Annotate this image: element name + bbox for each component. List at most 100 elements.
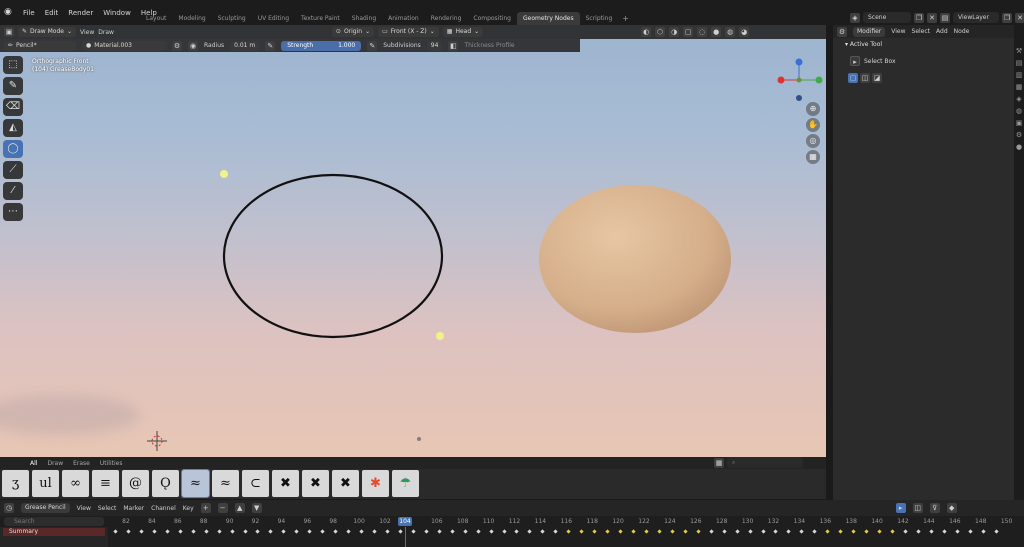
tab-shading[interactable]: Shading	[346, 12, 382, 25]
shading-wire-icon[interactable]: ◌	[697, 27, 708, 37]
draw-tool-icon[interactable]: ✎	[3, 77, 23, 95]
copy-scene-icon[interactable]: ❐	[914, 12, 924, 23]
playhead[interactable]	[405, 527, 406, 547]
menu-render[interactable]: Render	[63, 9, 98, 17]
active-tool-header[interactable]: ▾ Active Tool	[845, 41, 882, 48]
menu-view[interactable]: View	[77, 505, 91, 512]
brush-tab-utilities[interactable]: Utilities	[98, 460, 125, 467]
select-new-icon[interactable]: ▢	[848, 73, 858, 83]
shading-material-icon[interactable]: ◍	[725, 27, 736, 37]
drawing-plane-selector[interactable]: ▭ Front (X - Z) ⌄	[378, 27, 439, 37]
tab-uv-editing[interactable]: UV Editing	[252, 12, 295, 25]
brush-thumbnail[interactable]: ⊂	[242, 470, 269, 497]
world-tab-icon[interactable]: ◍	[1016, 107, 1022, 115]
filter-icon[interactable]: ⊽	[929, 503, 940, 513]
editor-type-icon[interactable]: ⚙	[837, 26, 847, 37]
panel-divider[interactable]	[826, 25, 833, 500]
view-layer-tab-icon[interactable]: ▦	[1016, 83, 1023, 91]
menu-marker[interactable]: Marker	[123, 505, 144, 512]
tab-compositing[interactable]: Compositing	[467, 12, 517, 25]
layer-up-icon[interactable]: ▲	[234, 503, 245, 513]
menu-channel[interactable]: Channel	[151, 505, 176, 512]
tab-layout[interactable]: Layout	[140, 12, 172, 25]
blender-logo-icon[interactable]: ◉	[4, 7, 16, 19]
brush-thumbnail[interactable]: ✖	[272, 470, 299, 497]
current-frame-indicator[interactable]: 104	[398, 517, 412, 526]
add-workspace-button[interactable]: +	[618, 12, 633, 25]
brush-thumbnail[interactable]: ✱	[362, 470, 389, 497]
view-layer-icon[interactable]: ▤	[940, 12, 950, 23]
eyedropper-tool-icon[interactable]: ⁄	[3, 182, 23, 200]
brush-settings-icon[interactable]: ⚙	[172, 40, 182, 51]
pressure-strength-icon[interactable]: ✎	[367, 40, 378, 51]
color-icon[interactable]: ◉	[188, 40, 198, 51]
select-subtract-icon[interactable]: ◪	[872, 73, 882, 83]
snapping-icon[interactable]: ◆	[946, 503, 957, 513]
strength-slider[interactable]: Strength 1.000	[281, 40, 362, 51]
show-errors-icon[interactable]: ◫	[912, 503, 923, 513]
menu-view[interactable]: View	[80, 29, 94, 36]
shading-solid-icon[interactable]: ●	[711, 27, 722, 37]
brush-thumbnail[interactable]: ʒ	[2, 470, 29, 497]
scene-tab-icon[interactable]: ◈	[1016, 95, 1021, 103]
tab-scripting[interactable]: Scripting	[580, 12, 619, 25]
mode-selector[interactable]: ✎ Draw Mode ⌄	[18, 27, 76, 37]
brush-thumbnail-selected[interactable]: ≈	[181, 469, 210, 498]
fill-tool-icon[interactable]: ◭	[3, 119, 23, 137]
xray-icon[interactable]: ▢	[683, 27, 694, 37]
layer-add-icon[interactable]: +	[200, 503, 211, 513]
ortho-toggle-icon[interactable]: ▦	[806, 150, 820, 164]
brush-selector[interactable]: ✏ Pencil*	[4, 40, 76, 51]
tab-geometry-nodes[interactable]: Geometry Nodes	[516, 12, 580, 25]
menu-edit[interactable]: Edit	[40, 9, 64, 17]
camera-view-icon[interactable]: ◎	[806, 134, 820, 148]
material-selector[interactable]: ● Material.003	[82, 40, 166, 51]
brush-thumbnail[interactable]: @	[122, 470, 149, 497]
interpolate-tool-icon[interactable]: ⋯	[3, 203, 23, 221]
brush-search-input[interactable]: ⌕	[727, 457, 803, 468]
brush-thumbnail[interactable]: ∞	[62, 470, 89, 497]
material-tab-icon[interactable]: ●	[1016, 143, 1022, 151]
zoom-icon[interactable]: ⊕	[806, 102, 820, 116]
select-box-tool[interactable]: ▸ Select Box	[850, 56, 896, 66]
show-gizmo-icon[interactable]: ⬡	[655, 27, 666, 37]
tab-texture-paint[interactable]: Texture Paint	[295, 12, 346, 25]
brush-thumbnail[interactable]: ≈	[212, 470, 239, 497]
tab-rendering[interactable]: Rendering	[425, 12, 468, 25]
select-tool-icon[interactable]: ⬚	[3, 56, 23, 74]
erase-tool-icon[interactable]: ⌫	[3, 98, 23, 116]
only-selected-icon[interactable]: ▸	[895, 503, 906, 513]
dopesheet-mode-selector[interactable]: Grease Pencil	[21, 503, 70, 513]
scene-field[interactable]: Scene	[863, 12, 911, 23]
brush-tab-erase[interactable]: Erase	[71, 460, 92, 467]
brush-tab-draw[interactable]: Draw	[45, 460, 65, 467]
brush-thumbnail[interactable]: ul	[32, 470, 59, 497]
layer-down-icon[interactable]: ▼	[251, 503, 262, 513]
menu-select[interactable]: Select	[912, 28, 931, 35]
copy-layer-icon[interactable]: ❐	[1002, 12, 1012, 23]
brush-thumbnail[interactable]: Ǫ	[152, 470, 179, 497]
view-layer-field[interactable]: ViewLayer	[953, 12, 999, 23]
guides-selector[interactable]: ▦ Head ⌄	[442, 27, 484, 37]
navigation-gizmo[interactable]	[775, 56, 823, 104]
object-tab-icon[interactable]: ▣	[1016, 119, 1023, 127]
menu-add[interactable]: Add	[936, 28, 948, 35]
modifier-selector[interactable]: Modifier	[853, 26, 886, 37]
brush-thumbnail[interactable]: ✖	[332, 470, 359, 497]
menu-view[interactable]: View	[891, 28, 905, 35]
tab-modeling[interactable]: Modeling	[172, 12, 211, 25]
menu-file[interactable]: File	[18, 9, 40, 17]
modifier-tab-icon[interactable]: ⚙	[1016, 131, 1022, 139]
menu-select[interactable]: Select	[98, 505, 117, 512]
thickness-profile-label[interactable]: Thickness Profile	[464, 42, 514, 49]
view-object-types-icon[interactable]: ◐	[641, 27, 652, 37]
stroke-placement-origin[interactable]: ⊙ Origin ⌄	[331, 27, 375, 37]
subdivisions-field[interactable]: 94	[426, 40, 443, 51]
pan-hand-icon[interactable]: ✋	[806, 118, 820, 132]
3d-viewport[interactable]	[0, 25, 826, 457]
menu-node[interactable]: Node	[954, 28, 970, 35]
channel-search-input[interactable]: Search	[4, 517, 104, 526]
brush-thumbnail[interactable]: ☂	[392, 470, 419, 497]
brush-tab-all[interactable]: All	[28, 460, 39, 467]
thickness-toggle-icon[interactable]: ◧	[448, 40, 459, 51]
